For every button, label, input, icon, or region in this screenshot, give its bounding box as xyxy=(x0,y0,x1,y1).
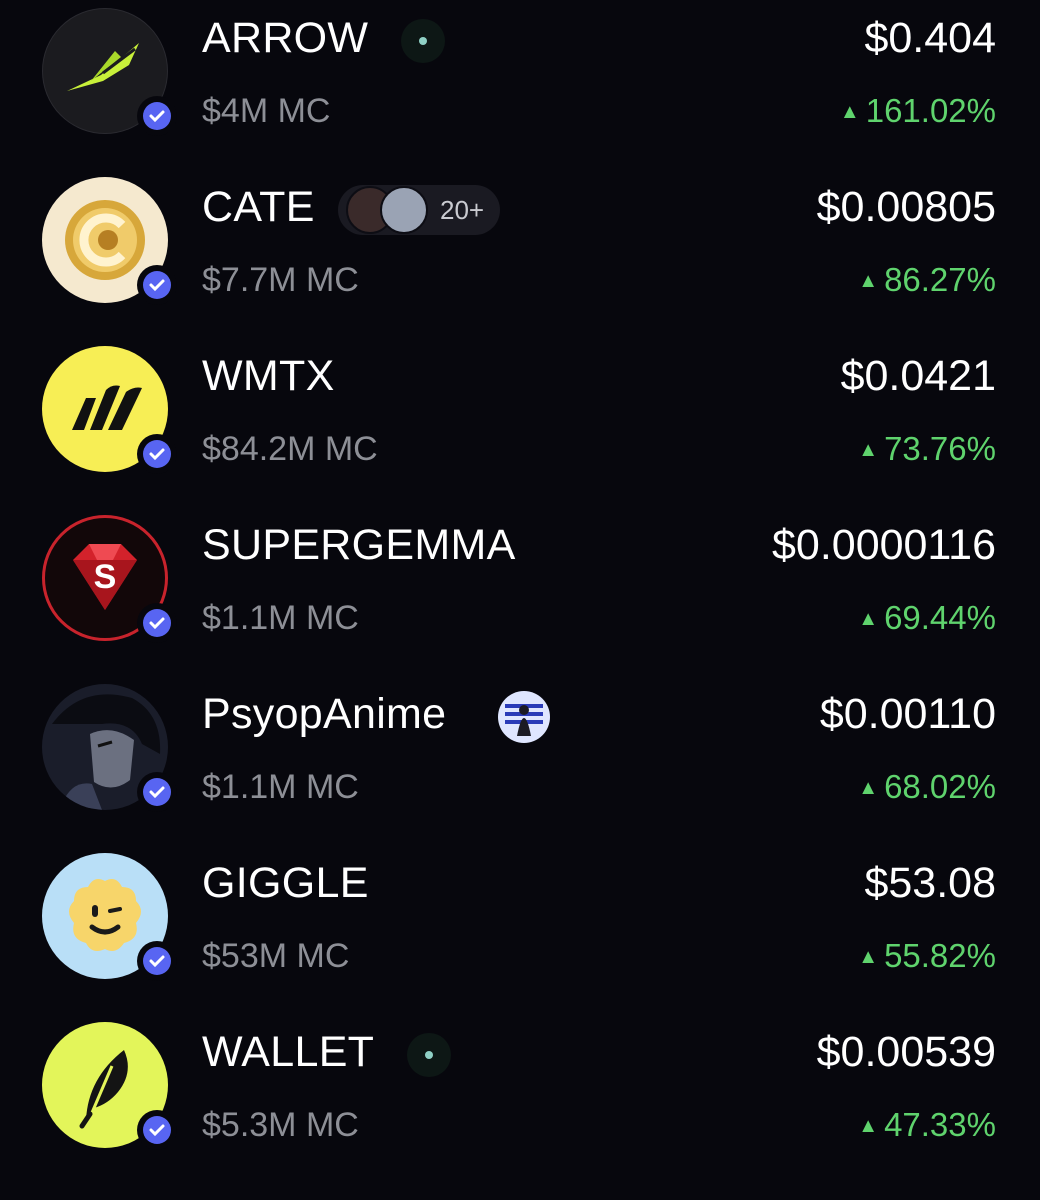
token-symbol: PsyopAnime xyxy=(202,690,447,738)
token-avatar xyxy=(42,346,177,474)
token-price: $0.00805 xyxy=(816,183,996,231)
token-change-value: 161.02% xyxy=(865,92,996,129)
token-market-cap: $1.1M MC xyxy=(202,768,359,806)
token-symbol: CATE xyxy=(202,183,315,231)
verified-badge-icon xyxy=(137,265,177,305)
token-avatar xyxy=(42,8,177,136)
token-change: ▲ 73.76% xyxy=(858,430,996,468)
token-change: ▲ 86.27% xyxy=(858,261,996,299)
token-price: $0.0000116 xyxy=(772,521,996,569)
token-avatar xyxy=(42,684,177,812)
token-market-cap: $5.3M MC xyxy=(202,1106,359,1144)
token-change: ▲ 55.82% xyxy=(858,937,996,975)
token-symbol: WMTX xyxy=(202,352,335,400)
token-symbol: ARROW xyxy=(202,14,369,62)
creator-avatar-icon[interactable] xyxy=(497,690,551,744)
up-triangle-icon: ▲ xyxy=(858,1115,879,1137)
up-triangle-icon: ▲ xyxy=(858,946,879,968)
up-triangle-icon: ▲ xyxy=(839,101,860,123)
list-bottom-edge xyxy=(0,1185,1040,1200)
token-avatar xyxy=(42,853,177,981)
token-change-value: 55.82% xyxy=(884,937,996,974)
up-triangle-icon: ▲ xyxy=(858,608,879,630)
verified-badge-icon xyxy=(137,96,177,136)
token-market-cap: $4M MC xyxy=(202,92,331,130)
token-row-giggle[interactable]: GIGGLE $53M MC $53.08 ▲ 55.82% xyxy=(0,845,1040,1014)
token-avatar xyxy=(42,177,177,305)
token-price: $0.0421 xyxy=(840,352,996,400)
token-avatar: S xyxy=(42,515,177,643)
token-price: $0.00110 xyxy=(819,690,996,738)
token-market-cap: $7.7M MC xyxy=(202,261,359,299)
token-row-wmtx[interactable]: WMTX $84.2M MC $0.0421 ▲ 73.76% xyxy=(0,338,1040,507)
token-row-wallet[interactable]: WALLET $5.3M MC $0.00539 ▲ 47.33% xyxy=(0,1014,1040,1183)
svg-text:S: S xyxy=(94,558,117,596)
token-change: ▲ 161.02% xyxy=(840,92,996,130)
token-row-arrow[interactable]: ARROW $4M MC $0.404 ▲ 161.02% xyxy=(0,0,1040,169)
token-change-value: 68.02% xyxy=(884,768,996,805)
token-symbol: GIGGLE xyxy=(202,859,369,907)
token-change: ▲ 47.33% xyxy=(858,1106,996,1144)
token-row-supergemma[interactable]: S SUPERGEMMA $1.1M MC $0.0000116 ▲ 69.44% xyxy=(0,507,1040,676)
token-price: $0.00539 xyxy=(816,1028,996,1076)
holder-avatar xyxy=(380,186,428,234)
verified-badge-icon xyxy=(137,1110,177,1150)
token-symbol: SUPERGEMMA xyxy=(202,521,516,569)
dot-indicator-icon xyxy=(406,1028,452,1082)
token-symbol: WALLET xyxy=(202,1028,375,1076)
verified-badge-icon xyxy=(137,772,177,812)
token-row-psyopanime[interactable]: PsyopAnime $1.1M MC $0.00110 ▲ 68.02% xyxy=(0,676,1040,845)
token-change-value: 69.44% xyxy=(884,599,996,636)
token-change-value: 86.27% xyxy=(884,261,996,298)
token-change: ▲ 68.02% xyxy=(858,768,996,806)
up-triangle-icon: ▲ xyxy=(858,777,879,799)
up-triangle-icon: ▲ xyxy=(858,439,879,461)
token-market-cap: $53M MC xyxy=(202,937,350,975)
verified-badge-icon xyxy=(137,603,177,643)
token-market-cap: $84.2M MC xyxy=(202,430,378,468)
token-price: $0.404 xyxy=(864,14,996,62)
up-triangle-icon: ▲ xyxy=(858,270,879,292)
dot-indicator-icon xyxy=(400,14,446,68)
token-price: $53.08 xyxy=(864,859,996,907)
token-change-value: 47.33% xyxy=(884,1106,996,1143)
token-row-cate[interactable]: CATE 20+ $7.7M MC $0.00805 ▲ 86.27% xyxy=(0,169,1040,338)
token-change-value: 73.76% xyxy=(884,430,996,467)
holders-pill[interactable]: 20+ xyxy=(338,185,501,235)
token-market-cap: $1.1M MC xyxy=(202,599,359,637)
token-change: ▲ 69.44% xyxy=(858,599,996,637)
holders-count: 20+ xyxy=(440,194,485,225)
token-avatar xyxy=(42,1022,177,1150)
verified-badge-icon xyxy=(137,434,177,474)
verified-badge-icon xyxy=(137,941,177,981)
holders-group[interactable]: 20+ xyxy=(338,183,501,237)
